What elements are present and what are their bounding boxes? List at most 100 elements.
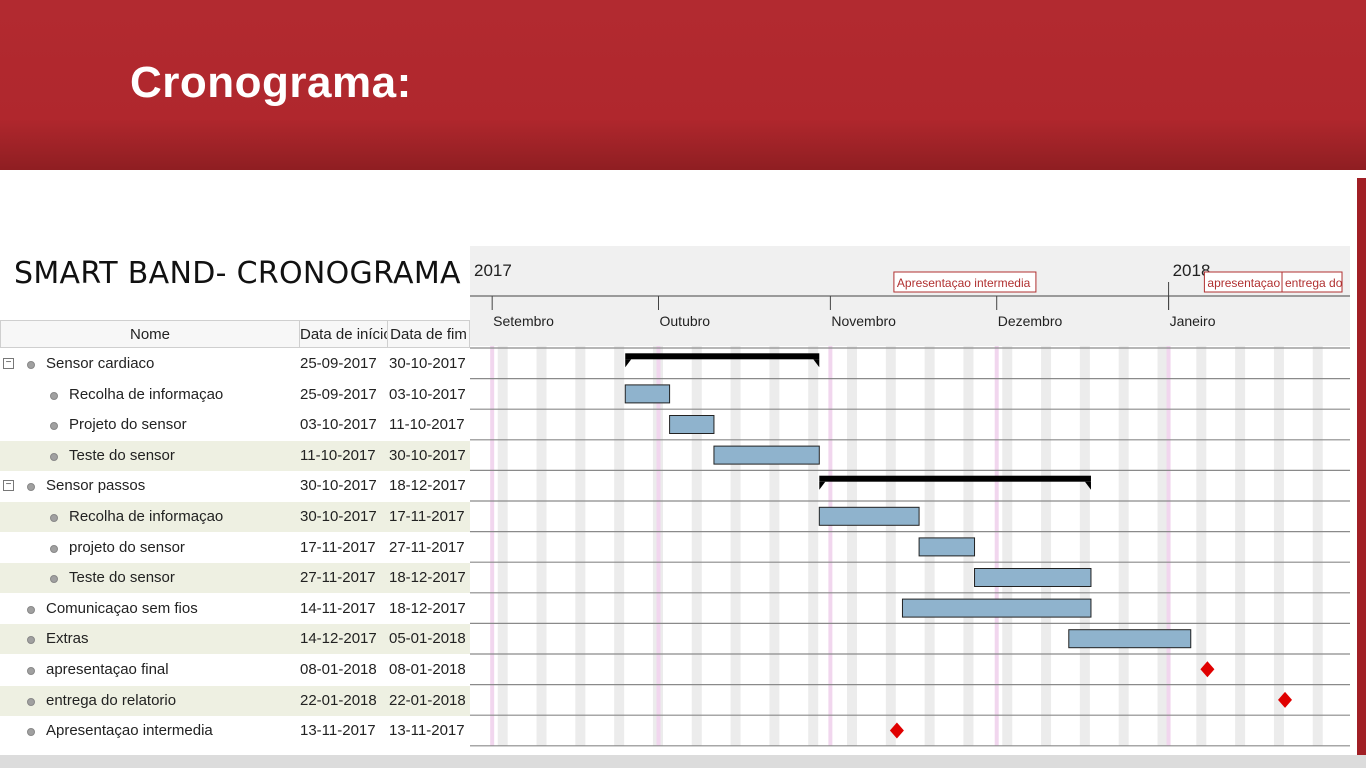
task-name: Extras (46, 630, 89, 648)
slide-header: Cronograma: (0, 0, 1366, 170)
task-bar (624, 384, 671, 404)
task-start: 11-10-2017 (300, 446, 376, 464)
task-start: 27-11-2017 (300, 569, 376, 587)
weekend-stripe (497, 346, 508, 746)
task-end: 08-01-2018 (389, 661, 466, 678)
weekend-stripe (575, 346, 586, 746)
bullet-icon (27, 728, 35, 737)
bullet-icon (27, 483, 35, 492)
task-name: entrega do relatorio (46, 691, 177, 709)
task-end: 11-10-2017 (389, 416, 465, 434)
task-name: Teste do sensor (69, 446, 175, 464)
weekend-stripe (1273, 346, 1284, 746)
task-bar (818, 506, 920, 526)
column-header-end[interactable]: Data de fim (387, 320, 470, 348)
month-line (656, 346, 661, 746)
column-header-start[interactable]: Data de início (299, 320, 388, 348)
table-row[interactable]: Recolha de informaçao 25-09-2017 03-10-201… (0, 380, 470, 410)
weekend-stripe (885, 346, 896, 746)
task-end: 13-11-2017 (389, 722, 465, 740)
task-bar (918, 537, 976, 557)
weekend-stripe (1235, 346, 1246, 746)
weekend-stripe (1118, 346, 1129, 746)
weekend-stripe (536, 346, 547, 746)
task-start: 14-11-2017 (300, 599, 376, 617)
task-end: 18-12-2017 (389, 477, 466, 495)
weekend-stripe (614, 346, 625, 746)
task-start: 25-09-2017 (300, 385, 377, 403)
slide-title: Cronograma: (130, 58, 412, 107)
table-row[interactable]: Teste do sensor 11-10-2017 30-10-2017 (0, 440, 470, 471)
task-name: Sensor cardiaco (46, 355, 155, 372)
task-name: Recolha de informaçao (69, 385, 224, 403)
table-row[interactable]: entrega do relatorio 22-01-2018 22-01-2018 (0, 685, 470, 716)
decorative-strip (1357, 178, 1366, 758)
table-row[interactable]: apresentaçao final 08-01-2018 08-01-2018 (0, 655, 470, 685)
task-end: 30-10-2017 (389, 446, 466, 464)
weekend-stripe (1079, 346, 1090, 746)
task-bar (713, 445, 820, 465)
task-start: 13-11-2017 (300, 722, 376, 740)
table-row[interactable]: projeto do sensor 17-11-2017 27-11-2017 (0, 533, 470, 563)
weekend-stripe (1157, 346, 1168, 746)
task-bar (669, 415, 715, 434)
task-end: 18-12-2017 (389, 599, 466, 617)
weekend-stripe (847, 346, 858, 746)
bullet-icon (50, 391, 58, 400)
table-row[interactable]: − Sensor passos 30-10-2017 18-12-2017 (0, 471, 470, 501)
month-line (828, 346, 833, 746)
task-name: Comunicaçao sem fios (46, 599, 198, 617)
bullet-icon (50, 514, 58, 522)
column-header-name[interactable]: Nome (0, 320, 300, 348)
task-start: 30-10-2017 (300, 477, 377, 495)
marker-label: Apresentaçao intermedia (897, 276, 1031, 290)
weekend-stripe (1196, 346, 1207, 746)
task-start: 17-11-2017 (300, 538, 376, 556)
task-name: Sensor passos (46, 477, 146, 495)
weekend-stripe (769, 346, 780, 746)
month-line (1166, 346, 1171, 746)
bullet-icon (27, 605, 35, 614)
month-label: Novembro (831, 313, 896, 329)
table-row[interactable]: Teste do sensor 27-11-2017 18-12-2017 (0, 563, 470, 594)
summary-bar (625, 353, 820, 360)
task-start: 03-10-2017 (300, 416, 377, 434)
task-name: Apresentaçao intermedia (46, 722, 213, 740)
task-end: 18-12-2017 (389, 569, 466, 587)
summary-bar (819, 475, 1091, 482)
task-start: 30-10-2017 (300, 508, 377, 525)
bullet-icon (50, 422, 58, 431)
task-name: projeto do sensor (69, 538, 185, 556)
bottom-strip (0, 755, 1366, 768)
weekend-stripe (1041, 346, 1052, 746)
table-row[interactable]: Apresentaçao intermedia 13-11-2017 13-11-2… (0, 716, 470, 746)
chart-title: SMART BAND- CRONOGRAMA (14, 256, 461, 291)
task-start: 22-01-2018 (300, 691, 377, 709)
task-name: Teste do sensor (69, 569, 175, 587)
task-bar (901, 598, 1092, 618)
bullet-icon (50, 575, 58, 584)
chart-body (470, 346, 1350, 748)
table-row[interactable]: Recolha de informaçao 30-10-2017 17-11-201… (0, 502, 470, 532)
table-row[interactable]: Extras 14-12-2017 05-01-2018 (0, 624, 470, 655)
table-row[interactable]: Comunicaçao sem fios 14-11-2017 18-12-2017 (0, 594, 470, 624)
year-label: 2017 (474, 261, 512, 280)
bullet-icon (27, 697, 35, 706)
task-bar (1068, 629, 1192, 649)
weekend-stripe (691, 346, 702, 746)
month-label: Janeiro (1170, 313, 1216, 329)
collapse-toggle[interactable]: − (3, 480, 14, 492)
task-start: 14-12-2017 (300, 630, 377, 648)
task-name: Recolha de informaçao (69, 508, 224, 525)
task-bar (974, 568, 1092, 587)
table-row[interactable]: Projeto do sensor 03-10-2017 11-10-2017 (0, 410, 470, 440)
bullet-icon (27, 361, 35, 369)
table-row[interactable]: − Sensor cardiaco 25-09-2017 30-10-2017 (0, 349, 470, 379)
task-end: 22-01-2018 (389, 691, 466, 709)
weekend-stripe (1312, 346, 1323, 746)
weekend-stripe (730, 346, 741, 746)
task-end: 17-11-2017 (389, 508, 465, 525)
task-name: apresentaçao final (46, 661, 169, 678)
marker-label: entrega do (1285, 276, 1343, 290)
collapse-toggle[interactable]: − (3, 358, 14, 369)
